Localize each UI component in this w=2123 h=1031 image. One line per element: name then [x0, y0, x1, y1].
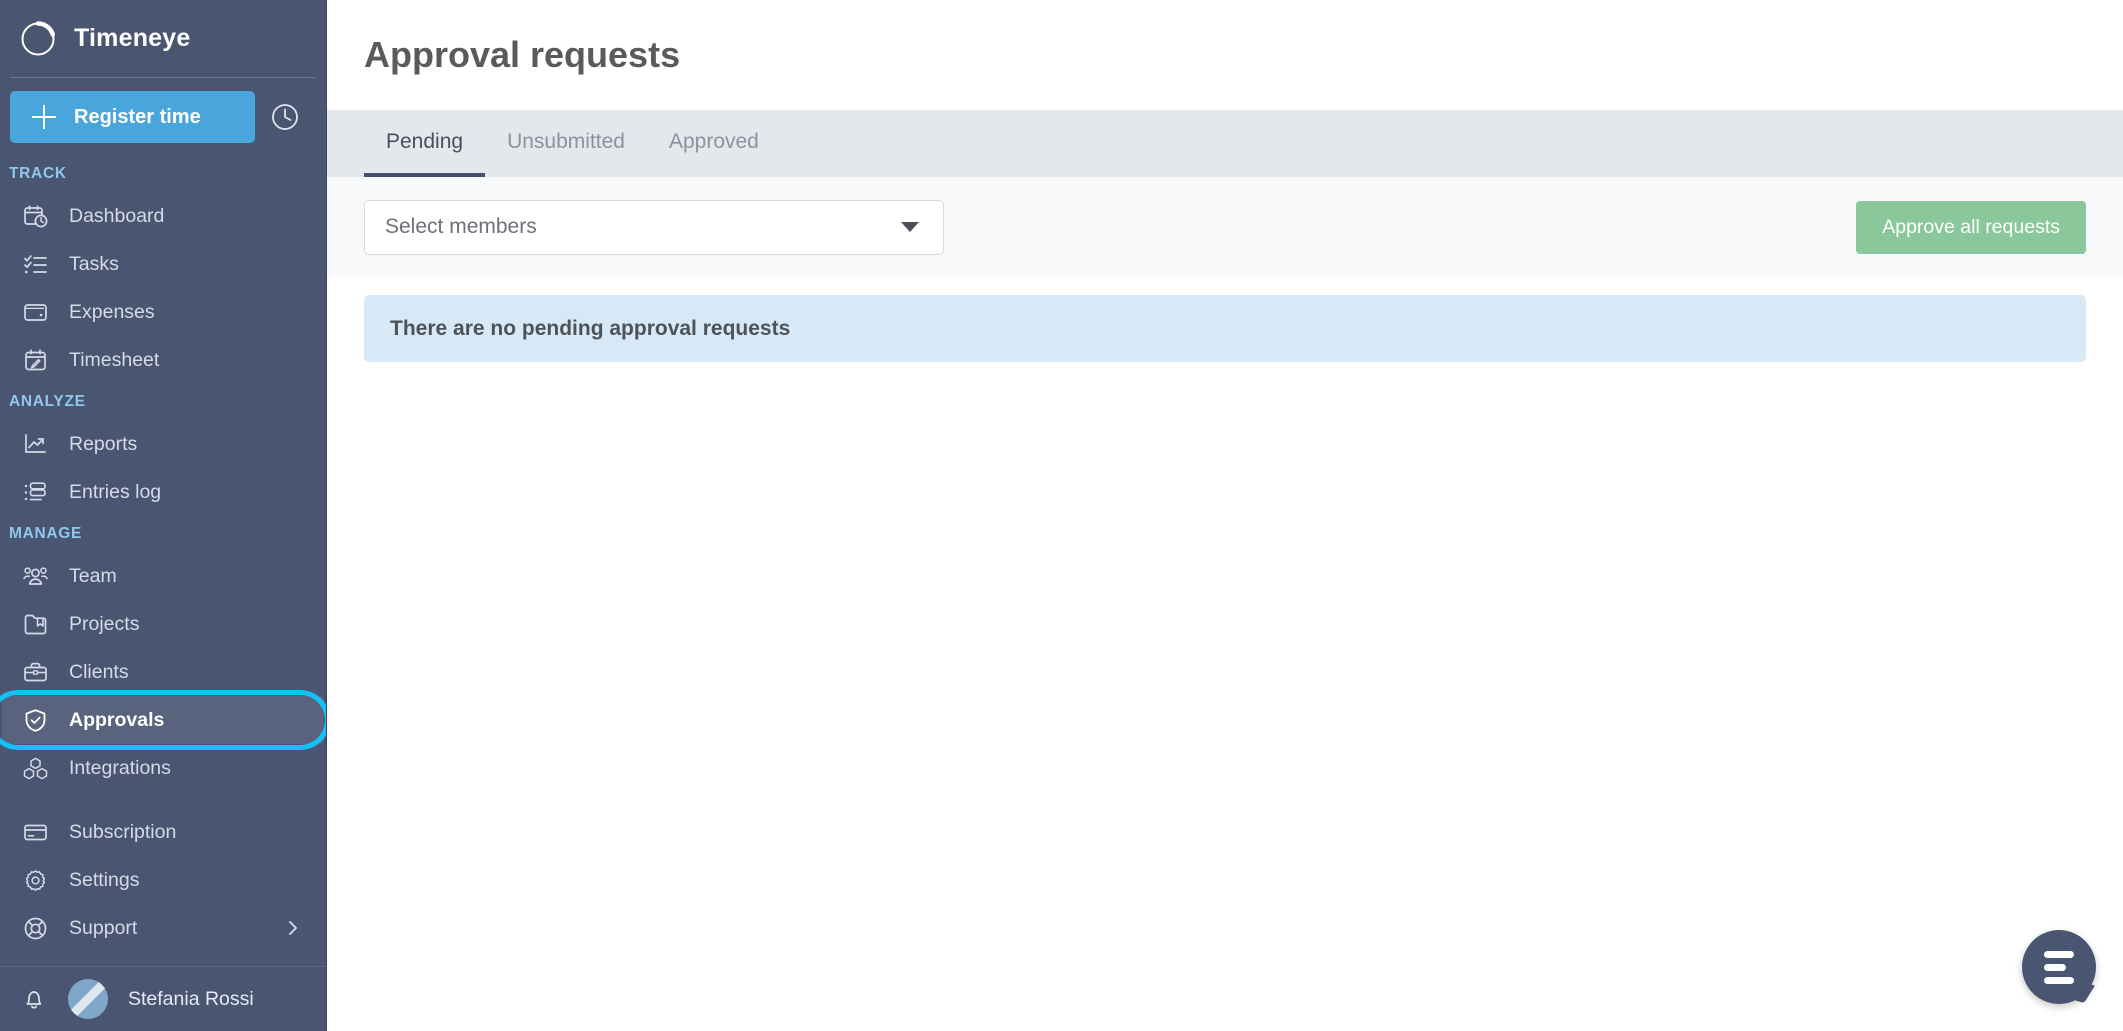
sidebar-item-label: Subscription: [69, 821, 176, 844]
fab-line: [2044, 964, 2066, 971]
sidebar-item-label: Timesheet: [69, 349, 159, 372]
register-time-button[interactable]: Register time: [10, 91, 255, 143]
tab-unsubmitted[interactable]: Unsubmitted: [485, 110, 647, 177]
empty-state-banner: There are no pending approval requests: [364, 295, 2086, 362]
shield-check-icon: [21, 706, 50, 735]
gear-icon: [21, 866, 50, 895]
sidebar-item-clients[interactable]: Clients: [2, 648, 324, 696]
register-row: Register time: [0, 78, 326, 156]
sidebar-item-support[interactable]: Support: [2, 904, 324, 952]
wallet-icon: [21, 298, 50, 327]
sidebar-item-timesheet[interactable]: Timesheet: [2, 336, 324, 384]
sidebar-item-label: Expenses: [69, 301, 155, 324]
sidebar-item-subscription[interactable]: Subscription: [2, 808, 324, 856]
people-icon: [21, 562, 50, 591]
app-root: Timeneye Register time TRACK: [0, 0, 2123, 1031]
sidebar: Timeneye Register time TRACK: [0, 0, 327, 1031]
empty-state-message: There are no pending approval requests: [390, 317, 790, 341]
user-name: Stefania Rossi: [128, 988, 254, 1011]
select-members-dropdown[interactable]: Select members: [364, 200, 944, 255]
lifebuoy-icon: [21, 914, 50, 943]
brand-name: Timeneye: [74, 24, 190, 53]
blocks-icon: [21, 754, 50, 783]
sidebar-item-integrations[interactable]: Integrations: [2, 744, 324, 792]
filter-bar: Select members Approve all requests: [327, 177, 2123, 277]
approve-all-requests-button[interactable]: Approve all requests: [1856, 201, 2086, 254]
sidebar-item-label: Team: [69, 565, 117, 588]
sidebar-item-label: Entries log: [69, 481, 161, 504]
tab-bar: Pending Unsubmitted Approved: [327, 110, 2123, 177]
sidebar-item-label: Support: [69, 917, 137, 940]
page-title: Approval requests: [364, 34, 680, 76]
sidebar-item-label: Tasks: [69, 253, 119, 276]
page-header: Approval requests: [327, 0, 2123, 110]
sidebar-item-tasks[interactable]: Tasks: [2, 240, 324, 288]
sidebar-item-label: Projects: [69, 613, 139, 636]
sidebar-section-analyze: ANALYZE: [0, 384, 326, 420]
select-members-placeholder: Select members: [385, 215, 901, 239]
tab-pending[interactable]: Pending: [364, 110, 485, 177]
content-area: There are no pending approval requests: [327, 277, 2123, 1031]
clock-icon[interactable]: [255, 91, 315, 143]
sidebar-section-manage: MANAGE: [0, 516, 326, 552]
sidebar-item-team[interactable]: Team: [2, 552, 324, 600]
sidebar-section-track: TRACK: [0, 156, 326, 192]
brand[interactable]: Timeneye: [0, 0, 326, 77]
sidebar-item-approvals[interactable]: Approvals: [2, 696, 324, 744]
folder-bookmark-icon: [21, 610, 50, 639]
sidebar-item-label: Dashboard: [69, 205, 164, 228]
sidebar-nav: TRACK Dashboard: [0, 156, 326, 966]
tab-approved[interactable]: Approved: [647, 110, 781, 177]
fab-line: [2044, 951, 2074, 958]
sidebar-item-label: Settings: [69, 869, 139, 892]
nav-spacer: [0, 792, 326, 808]
line-chart-icon: [21, 430, 50, 459]
calendar-pencil-icon: [21, 346, 50, 375]
plus-icon: [32, 105, 56, 129]
sidebar-item-projects[interactable]: Projects: [2, 600, 324, 648]
briefcase-icon: [21, 658, 50, 687]
chat-bubble-lines-icon[interactable]: [2022, 930, 2096, 1004]
chevron-right-icon: [284, 919, 302, 937]
chevron-down-icon: [901, 222, 919, 232]
tab-label: Approved: [669, 130, 759, 154]
sidebar-item-label: Approvals: [69, 709, 164, 732]
register-time-label: Register time: [74, 106, 201, 129]
fab-lines: [2044, 951, 2074, 984]
sidebar-item-entries-log[interactable]: Entries log: [2, 468, 324, 516]
sidebar-item-reports[interactable]: Reports: [2, 420, 324, 468]
list-log-icon: [21, 478, 50, 507]
sidebar-item-label: Clients: [69, 661, 129, 684]
tab-label: Unsubmitted: [507, 130, 625, 154]
calendar-clock-icon: [21, 202, 50, 231]
fab-line: [2044, 977, 2074, 984]
avatar: [68, 979, 108, 1019]
main-content: Approval requests Pending Unsubmitted Ap…: [327, 0, 2123, 1031]
sidebar-item-settings[interactable]: Settings: [2, 856, 324, 904]
checklist-icon: [21, 250, 50, 279]
sidebar-item-dashboard[interactable]: Dashboard: [2, 192, 324, 240]
timeneye-circle-logo-icon: [18, 19, 58, 59]
user-bar[interactable]: Stefania Rossi: [0, 967, 326, 1031]
sidebar-item-expenses[interactable]: Expenses: [2, 288, 324, 336]
tab-label: Pending: [386, 130, 463, 154]
credit-card-icon: [21, 818, 50, 847]
sidebar-item-label: Reports: [69, 433, 137, 456]
bell-icon[interactable]: [19, 985, 48, 1014]
sidebar-item-label: Integrations: [69, 757, 171, 780]
